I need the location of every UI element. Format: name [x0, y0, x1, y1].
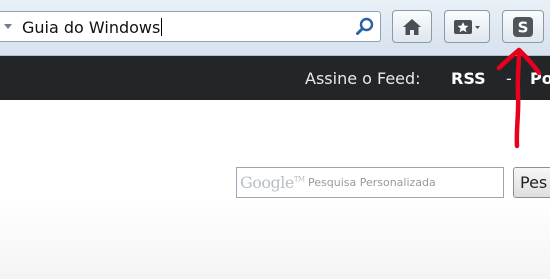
svg-text:S: S	[518, 18, 529, 36]
text-cursor	[161, 18, 163, 36]
home-icon	[403, 18, 421, 35]
browser-search-box[interactable]: Guia do Windows	[0, 11, 381, 42]
google-search-input[interactable]: GoogleTM Pesquisa Personalizada	[236, 167, 504, 198]
bookmarks-button[interactable]	[444, 10, 490, 43]
search-icon[interactable]	[354, 16, 376, 38]
search-value[interactable]: Guia do Windows	[22, 18, 163, 37]
s-addon-icon: S	[513, 16, 533, 37]
google-search-button[interactable]: Pes	[513, 167, 550, 198]
page-body: GoogleTM Pesquisa Personalizada Pes	[0, 100, 550, 279]
separator: -	[506, 69, 512, 88]
search-engine-dropdown-icon[interactable]	[4, 24, 12, 29]
feed-label: Assine o Feed:	[305, 69, 421, 88]
google-search-placeholder: Pesquisa Personalizada	[308, 176, 436, 189]
bookmark-star-icon	[454, 19, 480, 34]
next-link[interactable]: Po	[530, 69, 550, 88]
home-button[interactable]	[392, 10, 432, 43]
google-logo: GoogleTM	[240, 173, 305, 192]
browser-toolbar: Guia do Windows S	[0, 0, 550, 56]
rss-link[interactable]: RSS	[451, 69, 486, 88]
site-header: Assine o Feed: RSS - Po	[0, 56, 550, 100]
addon-button[interactable]: S	[502, 10, 544, 43]
